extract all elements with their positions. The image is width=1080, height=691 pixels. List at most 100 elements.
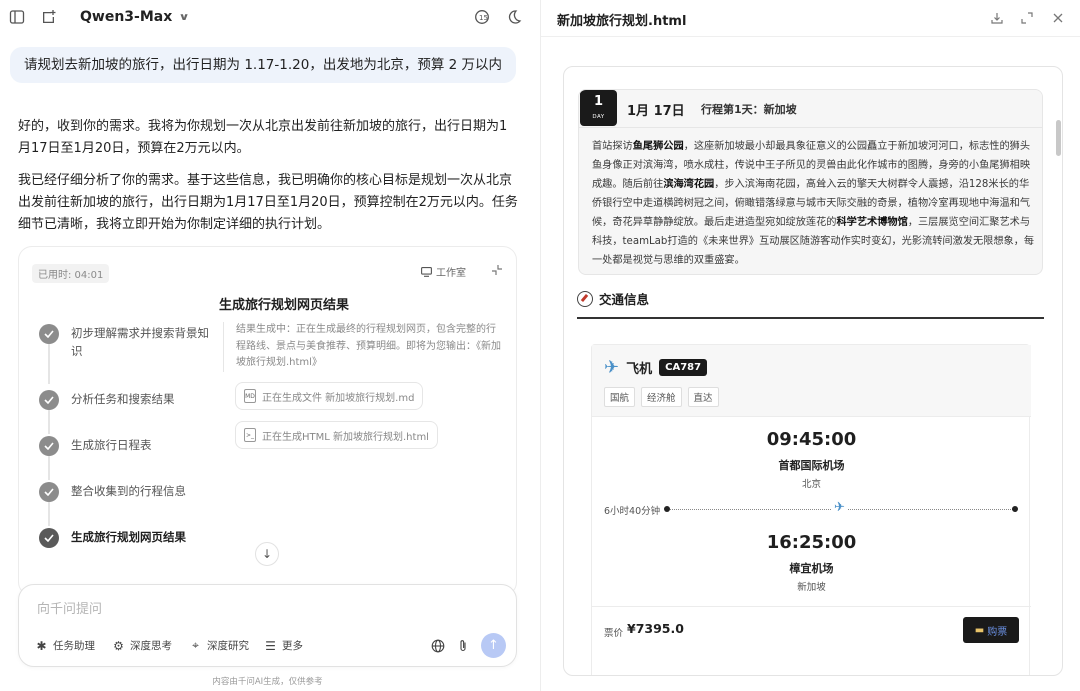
day-label: DAY (592, 114, 605, 120)
departure-airport: 首都国际机场 (778, 459, 845, 472)
history-icon[interactable]: 15 (473, 8, 491, 26)
result-title: 生成旅行规划网页结果 (219, 298, 350, 313)
collapse-icon[interactable] (490, 262, 504, 276)
expand-icon[interactable] (1019, 10, 1035, 26)
price-value: ¥7395.0 (627, 621, 684, 636)
arrow-up-icon: ↑ (488, 638, 499, 653)
flight-tag: 直达 (687, 387, 719, 407)
check-icon (39, 390, 59, 410)
step-connector (48, 408, 50, 434)
day-date: 1月 17日 (627, 104, 685, 119)
airplane-icon: ✈ (832, 500, 847, 515)
disclaimer: 内容由千问AI生成，仅供参考 (212, 677, 323, 687)
scroll-down-button[interactable]: ↓ (255, 542, 279, 566)
day-badge: 1 DAY (580, 90, 617, 126)
send-button[interactable]: ↑ (481, 633, 506, 658)
elapsed-time: 已用时: 04:01 (32, 264, 110, 283)
file-chip-label: 正在生成文件 新加坡旅行规划.md (262, 392, 415, 404)
file-chip-md[interactable]: MD 正在生成文件 新加坡旅行规划.md (235, 382, 424, 410)
step-item: 生成旅行日程表 (39, 436, 219, 456)
step-connector (48, 454, 50, 480)
download-icon[interactable] (989, 10, 1005, 26)
tool-label: 深度研究 (207, 640, 249, 652)
svg-text:15: 15 (479, 14, 488, 22)
step-item: 分析任务和搜索结果 (39, 390, 219, 410)
chat-input[interactable] (37, 599, 497, 619)
route-start-dot (664, 506, 670, 512)
day-card: 1 DAY 1月 17日 行程第1天：新加坡 首站探访鱼尾狮公园，这座新加坡最小… (578, 89, 1043, 275)
flight-title-row: ✈ 飞机 CA787 (604, 357, 708, 378)
flight-tag: 国航 (604, 387, 636, 407)
chat-topbar: Qwen3-Max ∨ 15 (0, 0, 540, 36)
section-title-text: 交通信息 (599, 292, 650, 307)
section-divider (577, 317, 1044, 319)
file-chip-html[interactable]: >_ 正在生成HTML 新加坡旅行规划.html (235, 421, 438, 449)
flight-code: CA787 (659, 359, 708, 376)
tool-label: 更多 (282, 640, 303, 652)
buy-ticket-button[interactable]: ▬ 购票 (963, 617, 1019, 643)
compass-icon (577, 290, 593, 307)
preview-scrollbar[interactable] (1056, 120, 1061, 156)
result-description: 结果生成中：正在生成最终的行程规划网页，包含完整的行程路线、景点与美食推荐、预算… (236, 324, 501, 368)
preview-file-title: 新加坡旅行规划.html (557, 14, 687, 29)
globe-icon[interactable] (430, 638, 446, 654)
step-label: 初步理解需求并搜索背景知识 (71, 326, 209, 358)
check-icon (39, 324, 59, 344)
assistant-reply-2: 我已经仔细分析了你的需求。基于这些信息，我已明确你的核心目标是规划一次从北京出发… (18, 173, 518, 232)
flight-duration: 6小时40分钟 (604, 506, 661, 517)
check-icon (39, 482, 59, 502)
step-label: 生成旅行日程表 (71, 438, 152, 452)
arrival-airport: 樟宜机场 (789, 562, 834, 575)
arrival-city: 新加坡 (797, 582, 826, 593)
studio-label: 工作室 (436, 268, 466, 279)
day-number: 1 (593, 94, 604, 109)
file-chip-label: 正在生成HTML 新加坡旅行规划.html (262, 431, 429, 443)
terminal-file-icon: >_ (244, 428, 256, 442)
monitor-icon (421, 266, 432, 277)
preview-header: 新加坡旅行规划.html (541, 0, 1080, 37)
flight-label: 飞机 (626, 362, 653, 377)
dark-mode-icon[interactable] (505, 8, 523, 26)
departure-time: 09:45:00 (766, 429, 857, 450)
sparkle-icon: ✱ (36, 638, 47, 653)
step-label: 分析任务和搜索结果 (71, 392, 175, 406)
list-icon: ☰ (265, 638, 276, 653)
route-end-dot (1012, 506, 1018, 512)
step-item-active: 生成旅行规划网页结果 (39, 528, 219, 548)
attraction-name: 科学艺术博物馆 (836, 217, 908, 228)
new-chat-icon[interactable] (40, 8, 58, 26)
tool-task-assistant[interactable]: ✱ 任务助理 (35, 638, 95, 653)
close-icon[interactable] (1050, 10, 1066, 26)
tool-deep-think[interactable]: ⚙ 深度思考 (112, 638, 172, 653)
flight-route-line: ✈ (664, 500, 1018, 515)
user-message: 请规划去新加坡的旅行，出行日期为 1.17-1.20，出发地为北京，预算 2 万… (10, 47, 516, 83)
tool-more[interactable]: ☰ 更多 (264, 638, 303, 653)
check-icon (39, 436, 59, 456)
task-progress-card: 已用时: 04:01 工作室 生成旅行规划网页结果 初步理解需求并搜索背景知识 … (18, 246, 517, 596)
day-text-part: 首站探访 (592, 141, 633, 152)
studio-button[interactable]: 工作室 (421, 264, 466, 279)
brain-icon: ⚙ (113, 638, 124, 653)
attachment-icon[interactable] (455, 638, 471, 654)
step-connector (48, 500, 50, 526)
airplane-icon: ✈ (604, 357, 620, 378)
day-subtitle: 行程第1天：新加坡 (701, 103, 797, 116)
telescope-icon: ⌖ (192, 638, 199, 652)
buy-label: 购票 (987, 626, 1008, 638)
price-row: 票价 ¥7395.0 ▬ 购票 (592, 606, 1031, 654)
result-detail: 结果生成中：正在生成最终的行程规划网页，包含完整的行程路线、景点与美食推荐、预算… (223, 322, 503, 372)
price-label: 票价 (604, 628, 624, 639)
check-icon (39, 528, 59, 548)
model-selector[interactable]: Qwen3-Max ∨ (80, 9, 190, 25)
assistant-reply-1: 好的，收到你的需求。我将为你规划一次从北京出发前往新加坡的旅行，出行日期为1月1… (18, 119, 508, 156)
tool-label: 深度思考 (130, 640, 172, 652)
step-label: 整合收集到的行程信息 (71, 484, 186, 498)
html-preview-document: 1 DAY 1月 17日 行程第1天：新加坡 首站探访鱼尾狮公园，这座新加坡最小… (563, 66, 1063, 676)
sidebar-toggle-icon[interactable] (8, 8, 26, 26)
tool-deep-research[interactable]: ⌖ 深度研究 (189, 638, 249, 653)
flight-card: ✈ 飞机 CA787 国航 经济舱 直达 09:45:00 首都国际机场 北京 … (591, 344, 1031, 675)
step-item: 整合收集到的行程信息 (39, 482, 219, 502)
departure-city: 北京 (801, 479, 821, 490)
transport-section-title: 交通信息 (577, 289, 649, 308)
flight-header: ✈ 飞机 CA787 国航 经济舱 直达 (592, 345, 1031, 417)
